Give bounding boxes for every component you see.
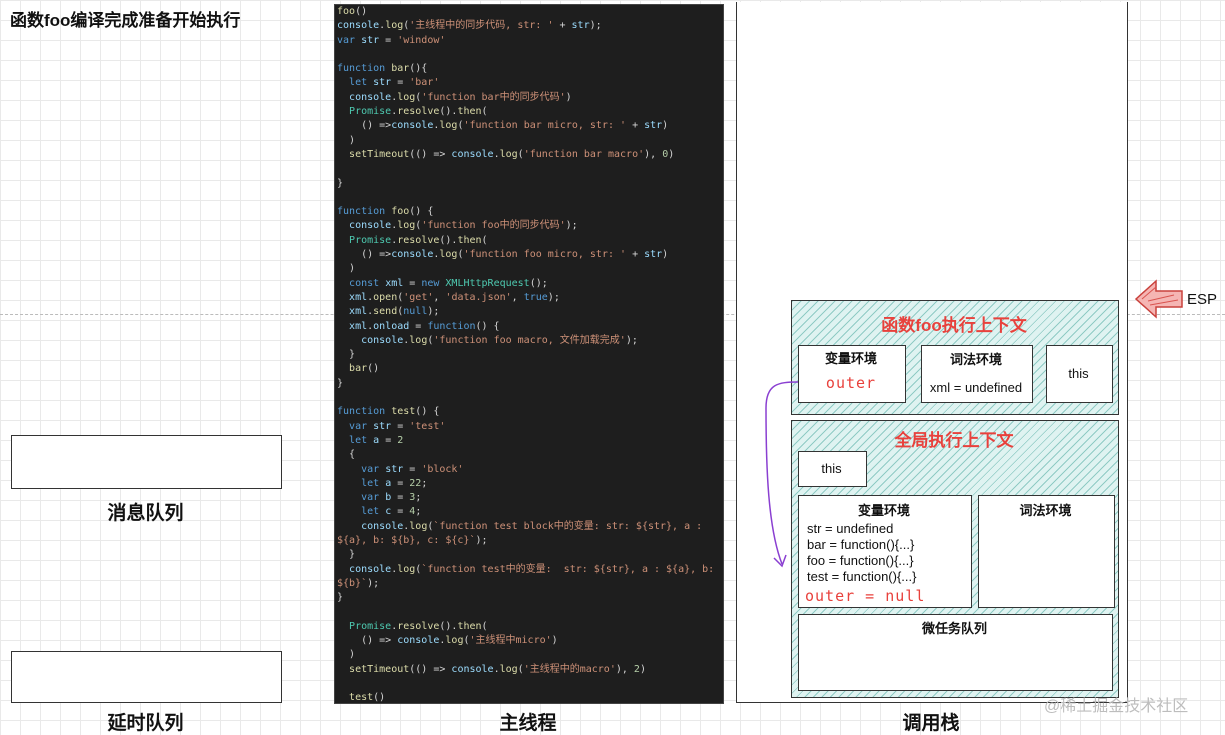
code-line: let str = 'bar': [349, 77, 440, 89]
delay-queue-box: [11, 651, 282, 703]
code-line: }: [337, 349, 356, 361]
diagram-title: 函数foo编译完成准备开始执行: [10, 11, 241, 30]
code-line: bar(): [349, 363, 380, 375]
code-line: let a = 2: [349, 434, 404, 446]
code-line: }: [337, 592, 344, 604]
code-line: () => console.log('主线程中micro'): [337, 635, 558, 647]
code-line: console.log(`function test block中的变量: st…: [337, 520, 709, 546]
foo-this-label: this: [1068, 366, 1089, 381]
global-variable-entries: str = undefined bar = function(){...} fo…: [807, 521, 916, 585]
code-line: }: [337, 549, 356, 561]
code-line: ): [337, 263, 356, 275]
esp-arrow-icon: [1134, 279, 1183, 319]
code-line: console.log('function bar中的同步代码'): [349, 91, 572, 103]
code-line: let a = 22;: [361, 477, 428, 489]
code-line: () =>console.log('function bar micro, st…: [337, 120, 669, 132]
code-line: () =>console.log('function foo micro, st…: [337, 249, 669, 261]
code-line: Promise.resolve().then(: [349, 106, 488, 118]
code-line: var str = 'test': [349, 420, 446, 432]
microtask-queue-title: 微任务队列: [921, 621, 987, 636]
delay-queue-label: 延时队列: [107, 713, 184, 734]
code-line: console.log(`function test中的变量: str: ${s…: [337, 563, 721, 589]
code-line: Promise.resolve().then(: [349, 620, 488, 632]
foo-variable-env-title: 变量环境: [824, 351, 877, 366]
code-line: ): [337, 649, 356, 661]
code-line: console.log('function foo中的同步代码');: [349, 220, 578, 232]
code-line: var str = 'block': [361, 463, 464, 475]
code-line: const xml = new XMLHttpRequest();: [349, 277, 548, 289]
code-line: foo(): [337, 6, 368, 17]
code-line: Promise.resolve().then(: [349, 234, 488, 246]
main-thread-label: 主线程: [499, 713, 557, 734]
code-line: xml.open('get', 'data.json', true);: [349, 291, 560, 303]
code-line: }: [337, 177, 344, 189]
code-line: xml.onload = function() {: [349, 320, 500, 332]
code-line: var str = 'window': [337, 34, 446, 46]
global-variable-env-title: 变量环境: [857, 503, 910, 518]
code-line: ): [337, 134, 356, 146]
code-line: {: [337, 449, 356, 461]
code-line: function foo() {: [337, 206, 434, 218]
code-line: console.log('主线程中的同步代码, str: ' + str);: [337, 20, 602, 32]
code-line: function test() {: [337, 406, 440, 418]
global-var-bar: bar = function(){...}: [807, 537, 915, 552]
code-line: setTimeout(() => console.log('主线程中的macro…: [349, 663, 646, 675]
code-line: var b = 3;: [361, 492, 422, 504]
foo-lexical-env-value: xml = undefined: [929, 380, 1023, 395]
code-line: let c = 4;: [361, 506, 422, 518]
code-line: function bar(){: [337, 63, 428, 75]
message-queue-box: [11, 435, 282, 489]
global-outer-null: outer = null: [805, 587, 926, 605]
code-line: }: [337, 377, 344, 389]
code-block: foo() console.log('主线程中的同步代码, str: ' + s…: [335, 5, 723, 704]
message-queue-label: 消息队列: [107, 503, 184, 524]
global-var-str: str = undefined: [807, 521, 894, 536]
main-thread-code-panel: foo() console.log('主线程中的同步代码, str: ' + s…: [334, 4, 724, 704]
global-var-test: test = function(){...}: [807, 569, 917, 584]
esp-label: ESP: [1187, 291, 1218, 308]
code-line: setTimeout(() => console.log('function b…: [349, 148, 675, 160]
global-lexical-env-title: 词法环境: [1019, 503, 1072, 518]
code-line: console.log('function foo macro, 文件加载完成'…: [361, 334, 638, 346]
foo-outer-reference: outer: [825, 374, 877, 392]
foo-lexical-env-title: 词法环境: [949, 352, 1002, 367]
global-context-title: 全局执行上下文: [894, 431, 1014, 450]
code-line: test(): [349, 692, 386, 704]
code-line: xml.send(null);: [349, 306, 440, 318]
global-var-foo: foo = function(){...}: [807, 553, 914, 568]
watermark: @稀土掘金技术社区: [1044, 698, 1189, 715]
outer-reference-arrow-icon: [765, 381, 799, 568]
foo-context-title: 函数foo执行上下文: [881, 316, 1027, 335]
